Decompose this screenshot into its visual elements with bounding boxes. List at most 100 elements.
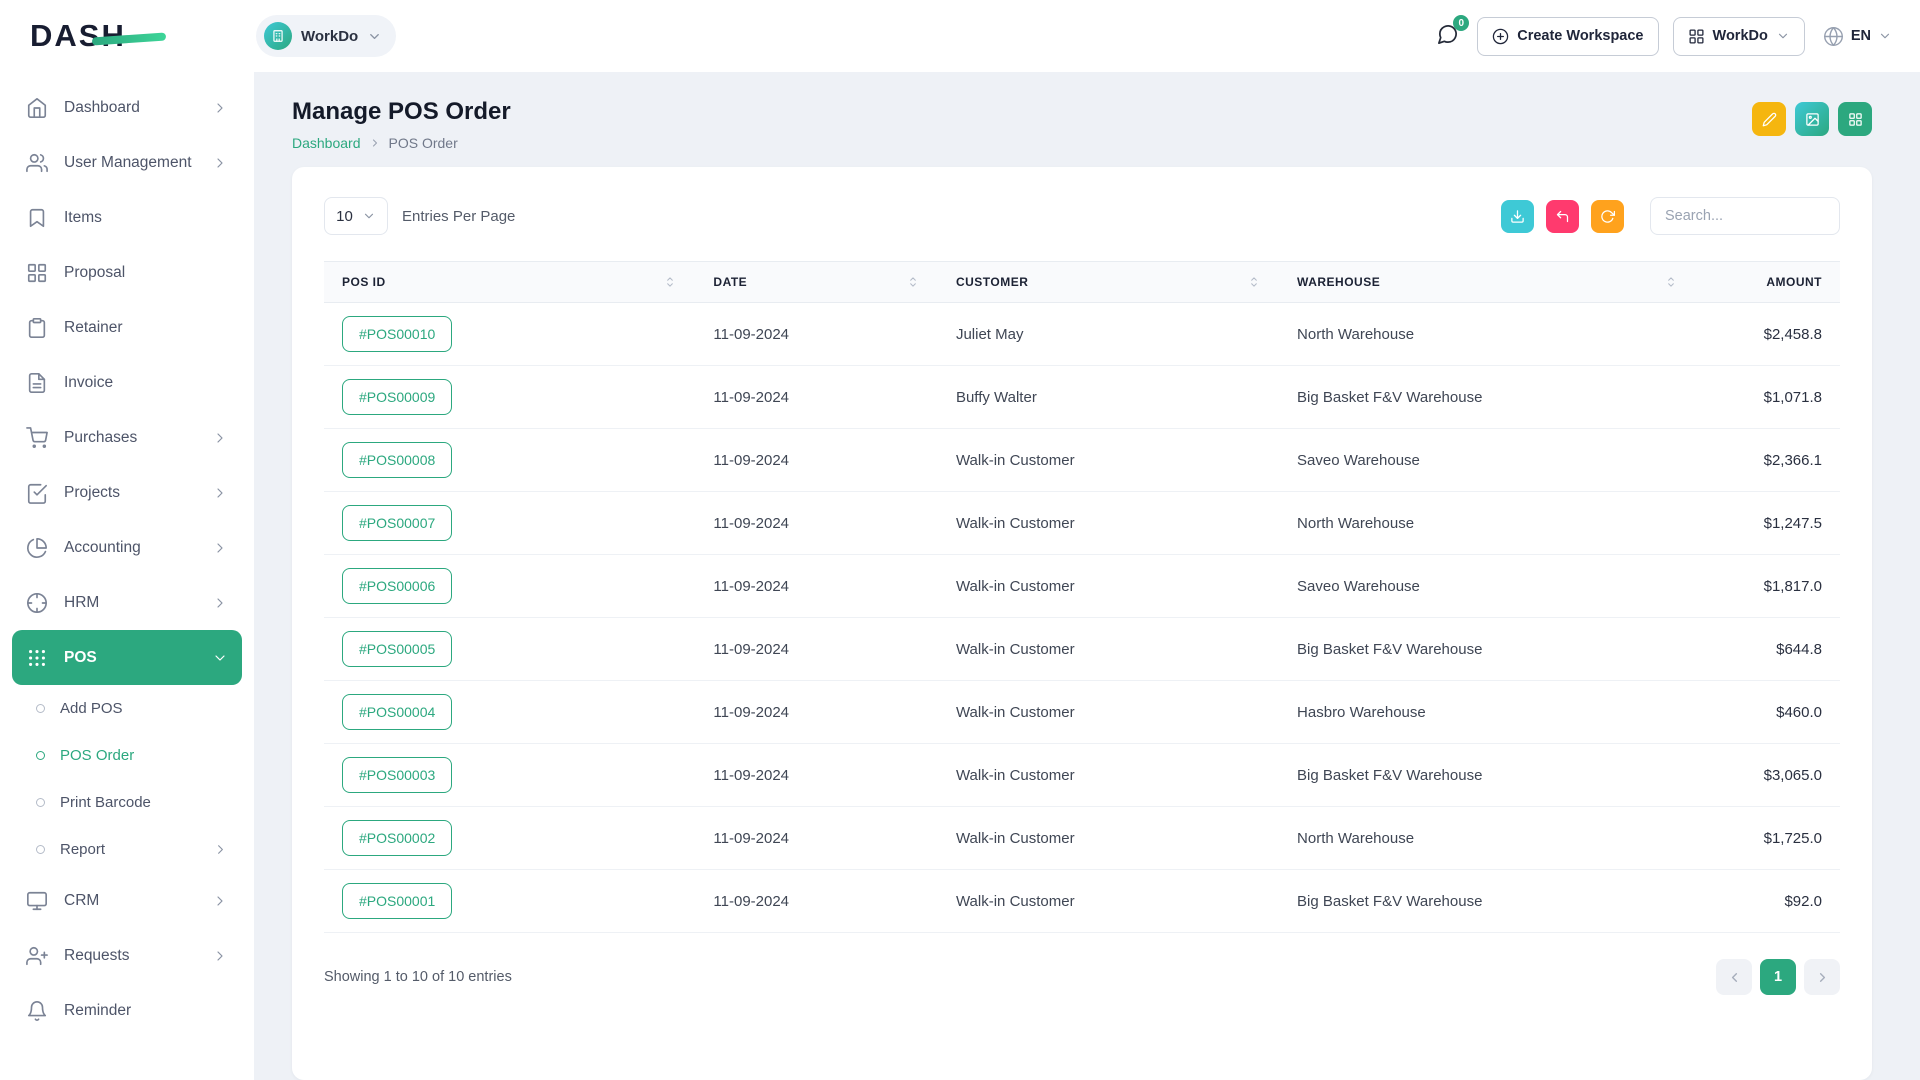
pos-id-link[interactable]: #POS00007 bbox=[342, 505, 452, 541]
sidebar-subitem-label: Add POS bbox=[60, 700, 123, 717]
refresh-icon bbox=[1600, 209, 1615, 224]
sort-icon bbox=[663, 275, 677, 289]
sidebar-item-pos[interactable]: POS bbox=[12, 630, 242, 685]
breadcrumb: Dashboard POS Order bbox=[292, 135, 511, 151]
pos-id-link[interactable]: #POS00003 bbox=[342, 757, 452, 793]
sidebar-subitem-pos-order[interactable]: POS Order bbox=[12, 732, 242, 779]
date-cell: 11-09-2024 bbox=[695, 492, 938, 555]
entries-per-page-select[interactable]: 10 bbox=[324, 197, 388, 235]
refresh-button[interactable] bbox=[1591, 200, 1624, 233]
sidebar-item-label: Requests bbox=[64, 947, 129, 965]
sidebar-item-user-management[interactable]: User Management bbox=[12, 135, 242, 190]
apps-menu-button[interactable]: WorkDo bbox=[1673, 17, 1805, 56]
breadcrumb-current: POS Order bbox=[389, 135, 458, 151]
pos-order-card: 10 Entries Per Page bbox=[292, 167, 1872, 1080]
column-header-pos-id[interactable]: POS ID bbox=[324, 262, 695, 303]
customer-cell: Walk-in Customer bbox=[938, 744, 1279, 807]
sidebar-item-retainer[interactable]: Retainer bbox=[12, 300, 242, 355]
image-icon bbox=[1805, 112, 1820, 127]
customer-cell: Walk-in Customer bbox=[938, 492, 1279, 555]
pos-id-cell: #POS00010 bbox=[324, 303, 695, 366]
export-button[interactable] bbox=[1501, 200, 1534, 233]
sidebar-item-invoice[interactable]: Invoice bbox=[12, 355, 242, 410]
column-header-customer[interactable]: CUSTOMER bbox=[938, 262, 1279, 303]
users-icon bbox=[26, 152, 48, 174]
reset-filter-button[interactable] bbox=[1546, 200, 1579, 233]
amount-cell: $92.0 bbox=[1696, 870, 1840, 933]
column-header-warehouse[interactable]: WAREHOUSE bbox=[1279, 262, 1696, 303]
column-header-label: CUSTOMER bbox=[956, 275, 1028, 289]
sidebar-subitem-add-pos[interactable]: Add POS bbox=[12, 685, 242, 732]
plus-circle-icon bbox=[1492, 28, 1509, 45]
pos-id-cell: #POS00006 bbox=[324, 555, 695, 618]
chevron-right-icon bbox=[212, 948, 228, 964]
app-root: DASH WorkDo 0 Create Workspace WorkDo bbox=[0, 0, 1920, 1080]
date-cell: 11-09-2024 bbox=[695, 429, 938, 492]
chevron-down-icon bbox=[367, 29, 382, 44]
pos-id-link[interactable]: #POS00002 bbox=[342, 820, 452, 856]
chevron-down-icon bbox=[212, 650, 228, 666]
messages-button[interactable]: 0 bbox=[1432, 19, 1463, 53]
pos-id-link[interactable]: #POS00005 bbox=[342, 631, 452, 667]
pos-id-link[interactable]: #POS00008 bbox=[342, 442, 452, 478]
brand-logo[interactable]: DASH bbox=[30, 18, 256, 54]
home-icon bbox=[26, 97, 48, 119]
table-row: #POS0000411-09-2024Walk-in CustomerHasbr… bbox=[324, 681, 1840, 744]
next-page-button[interactable] bbox=[1804, 959, 1840, 995]
sidebar-subitem-print-barcode[interactable]: Print Barcode bbox=[12, 779, 242, 826]
entries-per-page-label: Entries Per Page bbox=[402, 208, 515, 225]
apps-grid-button[interactable] bbox=[1838, 102, 1872, 136]
sidebar-item-label: Items bbox=[64, 209, 102, 227]
pos-id-link[interactable]: #POS00006 bbox=[342, 568, 452, 604]
media-gallery-button[interactable] bbox=[1795, 102, 1829, 136]
sidebar-item-proposal[interactable]: Proposal bbox=[12, 245, 242, 300]
warehouse-cell: Hasbro Warehouse bbox=[1279, 681, 1696, 744]
sidebar-item-label: Purchases bbox=[64, 429, 137, 447]
sidebar-item-dashboard[interactable]: Dashboard bbox=[12, 80, 242, 135]
sort-icon bbox=[906, 275, 920, 289]
workspace-selector[interactable]: WorkDo bbox=[256, 15, 396, 57]
sidebar-item-items[interactable]: Items bbox=[12, 190, 242, 245]
requests-icon bbox=[26, 945, 48, 967]
chevron-right-icon bbox=[212, 155, 228, 171]
topbar-actions: 0 Create Workspace WorkDo EN bbox=[1432, 17, 1892, 56]
page-1-button[interactable]: 1 bbox=[1760, 959, 1796, 995]
search-input[interactable] bbox=[1650, 197, 1840, 235]
pos-id-link[interactable]: #POS00001 bbox=[342, 883, 452, 919]
bullet-icon bbox=[36, 704, 45, 713]
sidebar-subitem-label: Report bbox=[60, 841, 105, 858]
sidebar-item-reminder[interactable]: Reminder bbox=[12, 983, 242, 1038]
chevron-right-icon bbox=[1815, 970, 1830, 985]
edit-theme-button[interactable] bbox=[1752, 102, 1786, 136]
sidebar-item-crm[interactable]: CRM bbox=[12, 873, 242, 928]
date-cell: 11-09-2024 bbox=[695, 744, 938, 807]
warehouse-cell: North Warehouse bbox=[1279, 492, 1696, 555]
pos-id-link[interactable]: #POS00010 bbox=[342, 316, 452, 352]
sidebar-item-label: POS bbox=[64, 649, 97, 667]
download-icon bbox=[1510, 209, 1525, 224]
table-row: #POS0000611-09-2024Walk-in CustomerSaveo… bbox=[324, 555, 1840, 618]
page-header: Manage POS Order Dashboard POS Order bbox=[292, 98, 1872, 151]
breadcrumb-dashboard-link[interactable]: Dashboard bbox=[292, 135, 361, 151]
warehouse-cell: North Warehouse bbox=[1279, 807, 1696, 870]
language-selector[interactable]: EN bbox=[1823, 26, 1892, 47]
create-workspace-button[interactable]: Create Workspace bbox=[1477, 17, 1658, 56]
bell-icon bbox=[26, 1000, 48, 1022]
sidebar-item-requests[interactable]: Requests bbox=[12, 928, 242, 983]
prev-page-button[interactable] bbox=[1716, 959, 1752, 995]
column-header-date[interactable]: DATE bbox=[695, 262, 938, 303]
pos-id-link[interactable]: #POS00009 bbox=[342, 379, 452, 415]
sidebar-item-label: Projects bbox=[64, 484, 120, 502]
amount-cell: $3,065.0 bbox=[1696, 744, 1840, 807]
sidebar-item-accounting[interactable]: Accounting bbox=[12, 520, 242, 575]
customer-cell: Walk-in Customer bbox=[938, 681, 1279, 744]
pos-id-cell: #POS00001 bbox=[324, 870, 695, 933]
sidebar-item-hrm[interactable]: HRM bbox=[12, 575, 242, 630]
pos-id-link[interactable]: #POS00004 bbox=[342, 694, 452, 730]
table-row: #POS0000311-09-2024Walk-in CustomerBig B… bbox=[324, 744, 1840, 807]
sidebar-item-projects[interactable]: Projects bbox=[12, 465, 242, 520]
sidebar-subitem-report[interactable]: Report bbox=[12, 826, 242, 873]
hrm-icon bbox=[26, 592, 48, 614]
sidebar-item-purchases[interactable]: Purchases bbox=[12, 410, 242, 465]
apps-menu-label: WorkDo bbox=[1713, 28, 1768, 44]
